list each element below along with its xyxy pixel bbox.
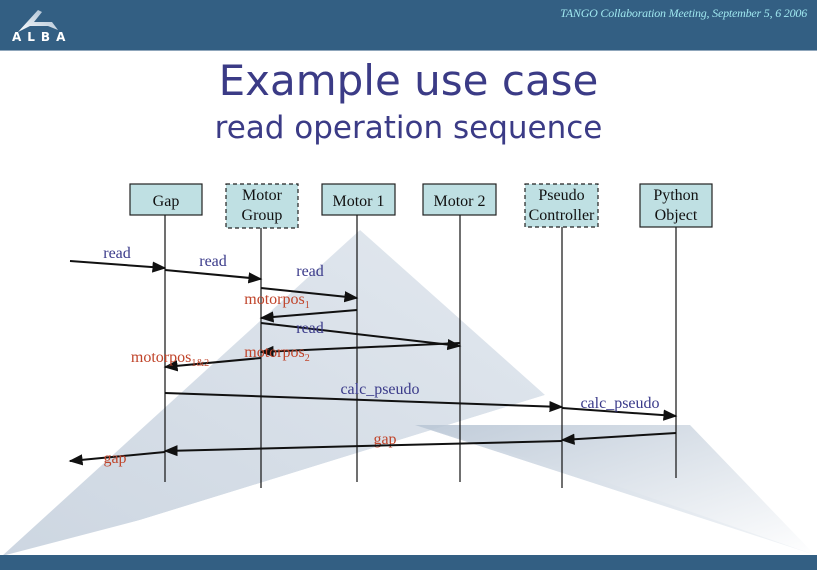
message-label: gap bbox=[103, 450, 126, 467]
message-return: gap bbox=[68, 450, 166, 467]
message-label: motorpos1 bbox=[244, 291, 309, 311]
object-motor2: Motor 2 bbox=[422, 183, 497, 482]
message-call: read bbox=[260, 320, 462, 351]
sequence-diagram: Gap Motor Group Motor 1 Motor 2 Pseudo Control… bbox=[68, 183, 713, 488]
message-arrow bbox=[69, 260, 167, 273]
object-motor-group: Motor Group bbox=[225, 183, 299, 488]
message-arrow bbox=[560, 432, 677, 445]
message-return: motorpos2 bbox=[244, 342, 461, 364]
message-arrow bbox=[259, 309, 358, 323]
object-label: Controller bbox=[529, 207, 595, 224]
object-label: Motor bbox=[242, 187, 283, 204]
message-arrow bbox=[260, 322, 462, 351]
object-label: Object bbox=[655, 207, 698, 224]
message-arrow bbox=[163, 440, 563, 457]
message-label: read bbox=[296, 263, 324, 280]
object-label: Group bbox=[242, 207, 283, 224]
message-arrow bbox=[164, 269, 263, 284]
object-label: Pseudo bbox=[538, 187, 584, 204]
object-label: Python bbox=[653, 187, 698, 204]
message-label: read bbox=[199, 253, 227, 270]
message-label: read bbox=[103, 245, 131, 262]
object-label: Motor 1 bbox=[333, 193, 385, 210]
message-label: calc_pseudo bbox=[340, 381, 419, 398]
message-label: calc_pseudo bbox=[580, 395, 659, 412]
message-call: calc_pseudo bbox=[164, 381, 564, 413]
message-return bbox=[163, 440, 563, 457]
object-label: Motor 2 bbox=[434, 193, 486, 210]
message-return: motorpos1&2 bbox=[131, 349, 262, 372]
message-label: motorpos2 bbox=[244, 344, 309, 364]
message-call: calc_pseudo bbox=[561, 395, 678, 421]
object-label: Gap bbox=[153, 193, 180, 210]
message-call: read bbox=[164, 253, 263, 284]
footer-bar bbox=[0, 555, 817, 570]
message-call: read bbox=[69, 245, 167, 273]
message-label: read bbox=[296, 320, 324, 337]
object-gap: Gap bbox=[129, 183, 203, 482]
